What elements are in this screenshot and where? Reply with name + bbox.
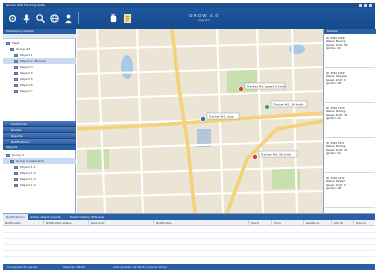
- column-header[interactable]: Source: [353, 220, 366, 226]
- vehicle-icon: [10, 159, 14, 163]
- table-header: Notification Notification status Device …: [3, 220, 375, 226]
- vehicle-icon: [14, 59, 18, 63]
- vehicle-icon: [6, 41, 10, 45]
- vehicle-icon: [6, 153, 10, 157]
- status-connection: Connected to server: [7, 265, 38, 269]
- map-canvas[interactable]: Tracker #3, speed 0 km/h Tracker #2, 34 …: [77, 29, 323, 213]
- detail-card[interactable]: ID: 3542 1268 Status: Moving Speed, km/h: …: [326, 37, 374, 50]
- marker-label: Tracker #1, stop: [208, 115, 234, 119]
- column-header[interactable]: Event: [248, 220, 259, 226]
- toolbar-separator: [78, 12, 79, 24]
- close-button[interactable]: [369, 4, 372, 7]
- vehicle-icon: [14, 177, 18, 181]
- card-divider: [325, 172, 375, 173]
- table-row[interactable]: [3, 256, 375, 257]
- table-row[interactable]: [3, 244, 375, 245]
- card-divider: [325, 67, 375, 68]
- left-panel-toolbar: [3, 34, 76, 39]
- vehicle-marker[interactable]: [264, 104, 270, 110]
- marker-label: Tracker #2, 34 km/h: [272, 103, 304, 107]
- vehicle-marker[interactable]: [238, 86, 244, 92]
- park-area: [87, 149, 109, 169]
- column-header[interactable]: Notification status: [43, 220, 72, 226]
- status-update: Last update: 12:04:31 (server time): [113, 265, 167, 269]
- object-item-label: Object 1-4: [20, 183, 36, 187]
- user-icon[interactable]: [62, 12, 74, 24]
- vehicle-icon: [14, 83, 18, 87]
- card-divider: [325, 207, 375, 208]
- tree-item-label: Object 7: [20, 89, 33, 93]
- vehicle-icon: [10, 47, 14, 51]
- marker-label: Tracker #3, speed 0 km/h: [246, 85, 286, 89]
- detail-line: Ignition: On: [326, 116, 342, 120]
- objects-section-title: Objects: [3, 145, 76, 150]
- minimize-button[interactable]: [359, 4, 362, 7]
- globe-icon[interactable]: [48, 12, 60, 24]
- window-title: Gtrack GPS Tracking Suite: [6, 3, 46, 7]
- vehicle-icon: [14, 77, 18, 81]
- vehicle-icon: [14, 65, 18, 69]
- water-area: [121, 55, 133, 79]
- map-view[interactable]: Tracker #3, speed 0 km/h Tracker #2, 34 …: [77, 29, 323, 213]
- column-header[interactable]: Device ID: [88, 220, 104, 226]
- card-divider: [325, 137, 375, 138]
- maximize-button[interactable]: [364, 4, 367, 7]
- bottom-panel: Notifications Active object events Event…: [3, 213, 375, 270]
- table-row[interactable]: [3, 238, 375, 239]
- detail-line: Ignition: Off: [326, 81, 342, 85]
- left-panel: Monitoring objects Fleet Group #1 Object 1…: [3, 29, 76, 213]
- microphone-icon[interactable]: [20, 12, 32, 24]
- object-item[interactable]: Object 1-4: [3, 182, 76, 188]
- card-divider: [325, 102, 375, 103]
- app-title: GROW 4.0: [188, 13, 219, 18]
- document-icon[interactable]: [121, 12, 133, 24]
- vehicle-icon: [14, 171, 18, 175]
- vehicle-icon: [14, 71, 18, 75]
- vehicle-icon: [14, 53, 18, 57]
- status-bar: Connected to server Objects: 28/42 Last …: [3, 264, 375, 270]
- detail-card[interactable]: ID: 3542 1271 Status: Moving Speed, km/h: …: [326, 142, 374, 155]
- application-window: Gtrack GPS Tracking Suite GROW 4.0 Integ…: [3, 3, 376, 270]
- table-row[interactable]: [3, 250, 375, 251]
- vehicle-marker[interactable]: [252, 154, 258, 160]
- settings-icon[interactable]: [6, 12, 18, 24]
- column-header[interactable]: Time: [271, 220, 281, 226]
- detail-line: Ignition: On: [326, 46, 342, 50]
- column-header[interactable]: Notification: [153, 220, 172, 226]
- vehicle-icon: [14, 165, 18, 169]
- column-header[interactable]: Notification: [3, 220, 21, 226]
- marker-label: Tracker #4, 56 km/h: [260, 153, 292, 157]
- detail-line: Ignition: Off: [326, 186, 342, 190]
- water-area: [289, 44, 305, 54]
- detail-card[interactable]: ID: 3542 1270 Status: Moving Speed, km/h: …: [326, 107, 374, 120]
- detail-card[interactable]: ID: 3542 1269 Status: Stopped Speed, km/h:…: [326, 72, 374, 85]
- column-header[interactable]: Geofence: [303, 220, 319, 226]
- vehicle-icon: [14, 183, 18, 187]
- vehicle-icon: [14, 89, 18, 93]
- table-row[interactable]: [3, 232, 375, 233]
- detail-card[interactable]: ID: 3542 1272 Status: Parked Speed, km/h: …: [326, 177, 374, 190]
- status-objects: Objects: 28/42: [63, 265, 85, 269]
- app-subtitle: Integration: [197, 19, 211, 22]
- tree-item[interactable]: Object 7: [3, 88, 76, 94]
- detail-line: Ignition: On: [326, 151, 342, 155]
- search-icon[interactable]: [34, 12, 46, 24]
- right-panel-title: Details: [324, 29, 376, 34]
- right-panel: Details ID: 3542 1268 Status: Moving Speed…: [323, 29, 376, 213]
- toolbar: GROW 4.0 Integration: [3, 8, 375, 29]
- vehicle-marker[interactable]: [200, 116, 206, 122]
- column-header[interactable]: Ack.ID: [331, 220, 343, 226]
- hand-icon[interactable]: [107, 12, 119, 24]
